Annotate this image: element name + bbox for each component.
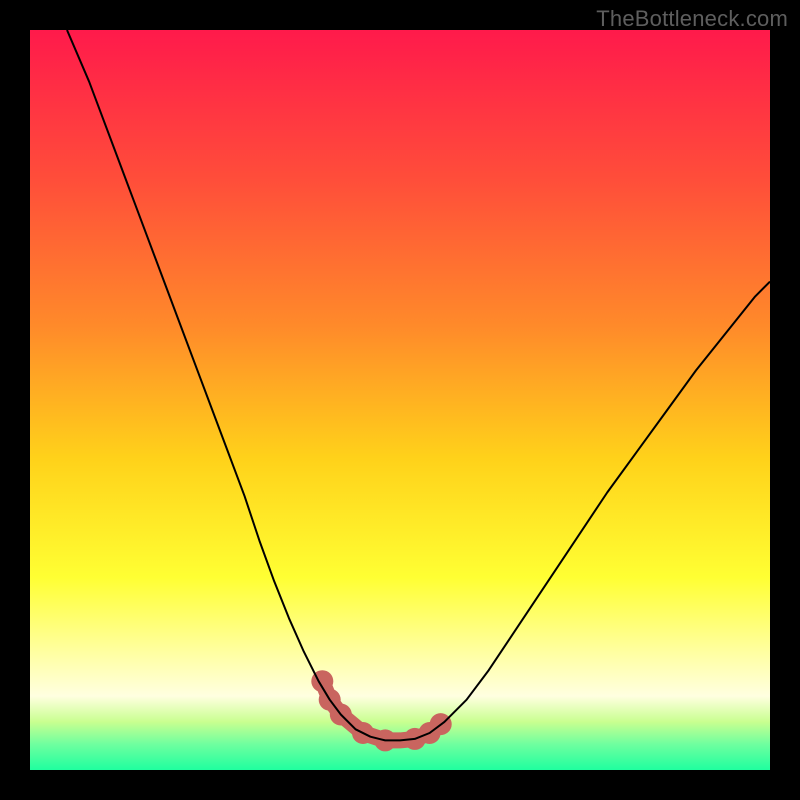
watermark-text: TheBottleneck.com xyxy=(596,6,788,32)
chart-frame: TheBottleneck.com xyxy=(0,0,800,800)
plot-area xyxy=(30,30,770,770)
curve-layer xyxy=(30,30,770,770)
bottleneck-curve xyxy=(67,30,770,740)
